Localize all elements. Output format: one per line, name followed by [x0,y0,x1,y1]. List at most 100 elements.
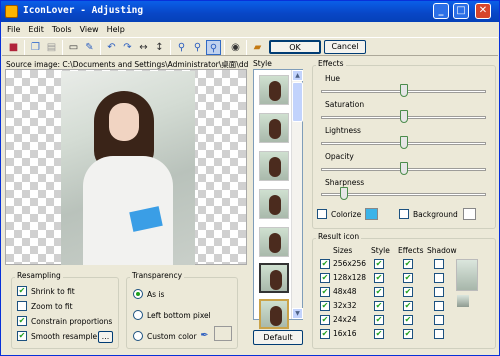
resample-option-label: Zoom to fit [31,301,73,311]
style-checkbox[interactable]: ✔ [374,301,384,311]
effects-checkbox[interactable]: ✔ [403,301,413,311]
style-scrollbar[interactable]: ▲ ▼ [291,70,303,319]
shadow-checkbox[interactable] [434,287,444,297]
style-checkbox[interactable]: ✔ [374,259,384,269]
sharpness-slider[interactable] [321,187,486,201]
menu-tools[interactable]: Tools [52,23,72,36]
style-thumb[interactable] [259,189,289,219]
effects-checkbox[interactable]: ✔ [403,329,413,339]
opacity-label: Opacity [325,152,354,161]
shadow-checkbox[interactable] [434,273,444,283]
scroll-up-icon[interactable]: ▲ [292,70,303,81]
custom-color-swatch[interactable] [214,326,232,341]
sizes-header: Sizes [333,246,353,255]
scroll-thumb[interactable] [292,82,303,122]
style-thumb[interactable] [259,227,289,257]
result-preview-small [457,295,469,307]
pen-icon[interactable]: ✎ [82,40,97,55]
menu-view[interactable]: View [80,23,99,36]
lightness-slider[interactable] [321,136,486,150]
flip-horizontal-icon[interactable]: ↔ [136,40,151,55]
saturation-label: Saturation [325,100,365,109]
size-checkbox[interactable]: ✔ [320,273,330,283]
background-swatch[interactable] [463,208,476,220]
rotate-left-icon[interactable]: ↶ [104,40,119,55]
resample-option-checkbox[interactable]: Zoom to fit [17,301,73,311]
resample-options-button[interactable]: ... [98,331,113,343]
copy-icon[interactable]: ❐ [28,40,43,55]
image-preview-canvas[interactable] [5,69,247,265]
size-label: 32x32 [333,301,357,310]
transparency-option-label: As is [147,289,165,299]
transparency-option-label: Custom color [147,331,197,341]
colorize-checkbox[interactable]: Colorize [317,209,361,219]
save-icon[interactable]: ■ [6,40,21,55]
transparency-title: Transparency [130,271,185,280]
effects-checkbox[interactable]: ✔ [403,287,413,297]
eyedropper-icon[interactable]: ✒ [197,328,212,343]
resample-option-checkbox[interactable]: ✔ Constrain proportions [17,316,112,326]
shadow-checkbox[interactable] [434,301,444,311]
menu-edit[interactable]: Edit [28,23,44,36]
size-label: 24x24 [333,315,357,324]
ok-button[interactable]: OK [269,40,321,54]
style-header: Style [371,246,390,255]
shadow-checkbox[interactable] [434,329,444,339]
effects-checkbox[interactable]: ✔ [403,259,413,269]
colorize-label: Colorize [331,209,362,219]
title-bar[interactable]: IconLover - Adjusting _ □ ✕ [1,1,499,22]
size-checkbox[interactable]: ✔ [320,301,330,311]
scroll-down-icon[interactable]: ▼ [292,308,303,319]
paste-icon[interactable]: ▤ [44,40,59,55]
resample-option-checkbox[interactable]: ✔ Shrink to fit [17,286,75,296]
effects-checkbox[interactable]: ✔ [403,315,413,325]
rotate-right-icon[interactable]: ↷ [120,40,135,55]
menu-file[interactable]: File [7,23,20,36]
style-checkbox[interactable]: ✔ [374,315,384,325]
saturation-slider[interactable] [321,110,486,124]
shadow-checkbox[interactable] [434,315,444,325]
preview-eye-icon[interactable]: ◉ [228,40,243,55]
maximize-button[interactable]: □ [453,3,469,19]
size-checkbox[interactable]: ✔ [320,287,330,297]
effects-checkbox[interactable]: ✔ [403,273,413,283]
minimize-button[interactable]: _ [433,3,449,19]
transparency-option-label: Left bottom pixel [147,310,211,320]
hue-slider[interactable] [321,84,486,98]
shadow-checkbox[interactable] [434,259,444,269]
style-checkbox[interactable]: ✔ [374,287,384,297]
close-button[interactable]: ✕ [475,3,491,19]
transparency-option-radio[interactable]: Custom color [133,331,197,341]
flip-vertical-icon[interactable]: ↕ [152,40,167,55]
resample-option-label: Constrain proportions [31,316,113,326]
style-thumb[interactable] [259,113,289,143]
style-thumb[interactable] [259,151,289,181]
style-checkbox[interactable]: ✔ [374,273,384,283]
toolbar-separator [100,40,101,55]
size-checkbox[interactable]: ✔ [320,259,330,269]
size-checkbox[interactable]: ✔ [320,329,330,339]
cancel-button[interactable]: Cancel [324,40,366,54]
result-preview-large [456,259,478,291]
resample-option-label: Shrink to fit [31,286,75,296]
resample-option-checkbox[interactable]: ✔ Smooth resample [17,331,97,341]
select-rect-icon[interactable]: ▭ [66,40,81,55]
transparency-option-radio[interactable]: Left bottom pixel [133,310,211,320]
lightness-label: Lightness [325,126,361,135]
opacity-slider[interactable] [321,162,486,176]
wand-active-icon[interactable]: ⚲ [206,40,221,55]
style-thumb[interactable] [259,299,289,329]
resample-option-label: Smooth resample [31,331,98,341]
colorize-swatch[interactable] [365,208,378,220]
wand-icon[interactable]: ⚲ [174,40,189,55]
transparency-option-radio[interactable]: As is [133,289,164,299]
style-thumb[interactable] [259,75,289,105]
style-checkbox[interactable]: ✔ [374,329,384,339]
wand-alt-icon[interactable]: ⚲ [190,40,205,55]
menu-help[interactable]: Help [107,23,125,36]
book-icon[interactable]: ▰ [250,40,265,55]
background-checkbox[interactable]: Background [399,209,458,219]
style-thumb-selected[interactable] [259,263,289,293]
size-checkbox[interactable]: ✔ [320,315,330,325]
default-button[interactable]: Default [253,330,303,345]
